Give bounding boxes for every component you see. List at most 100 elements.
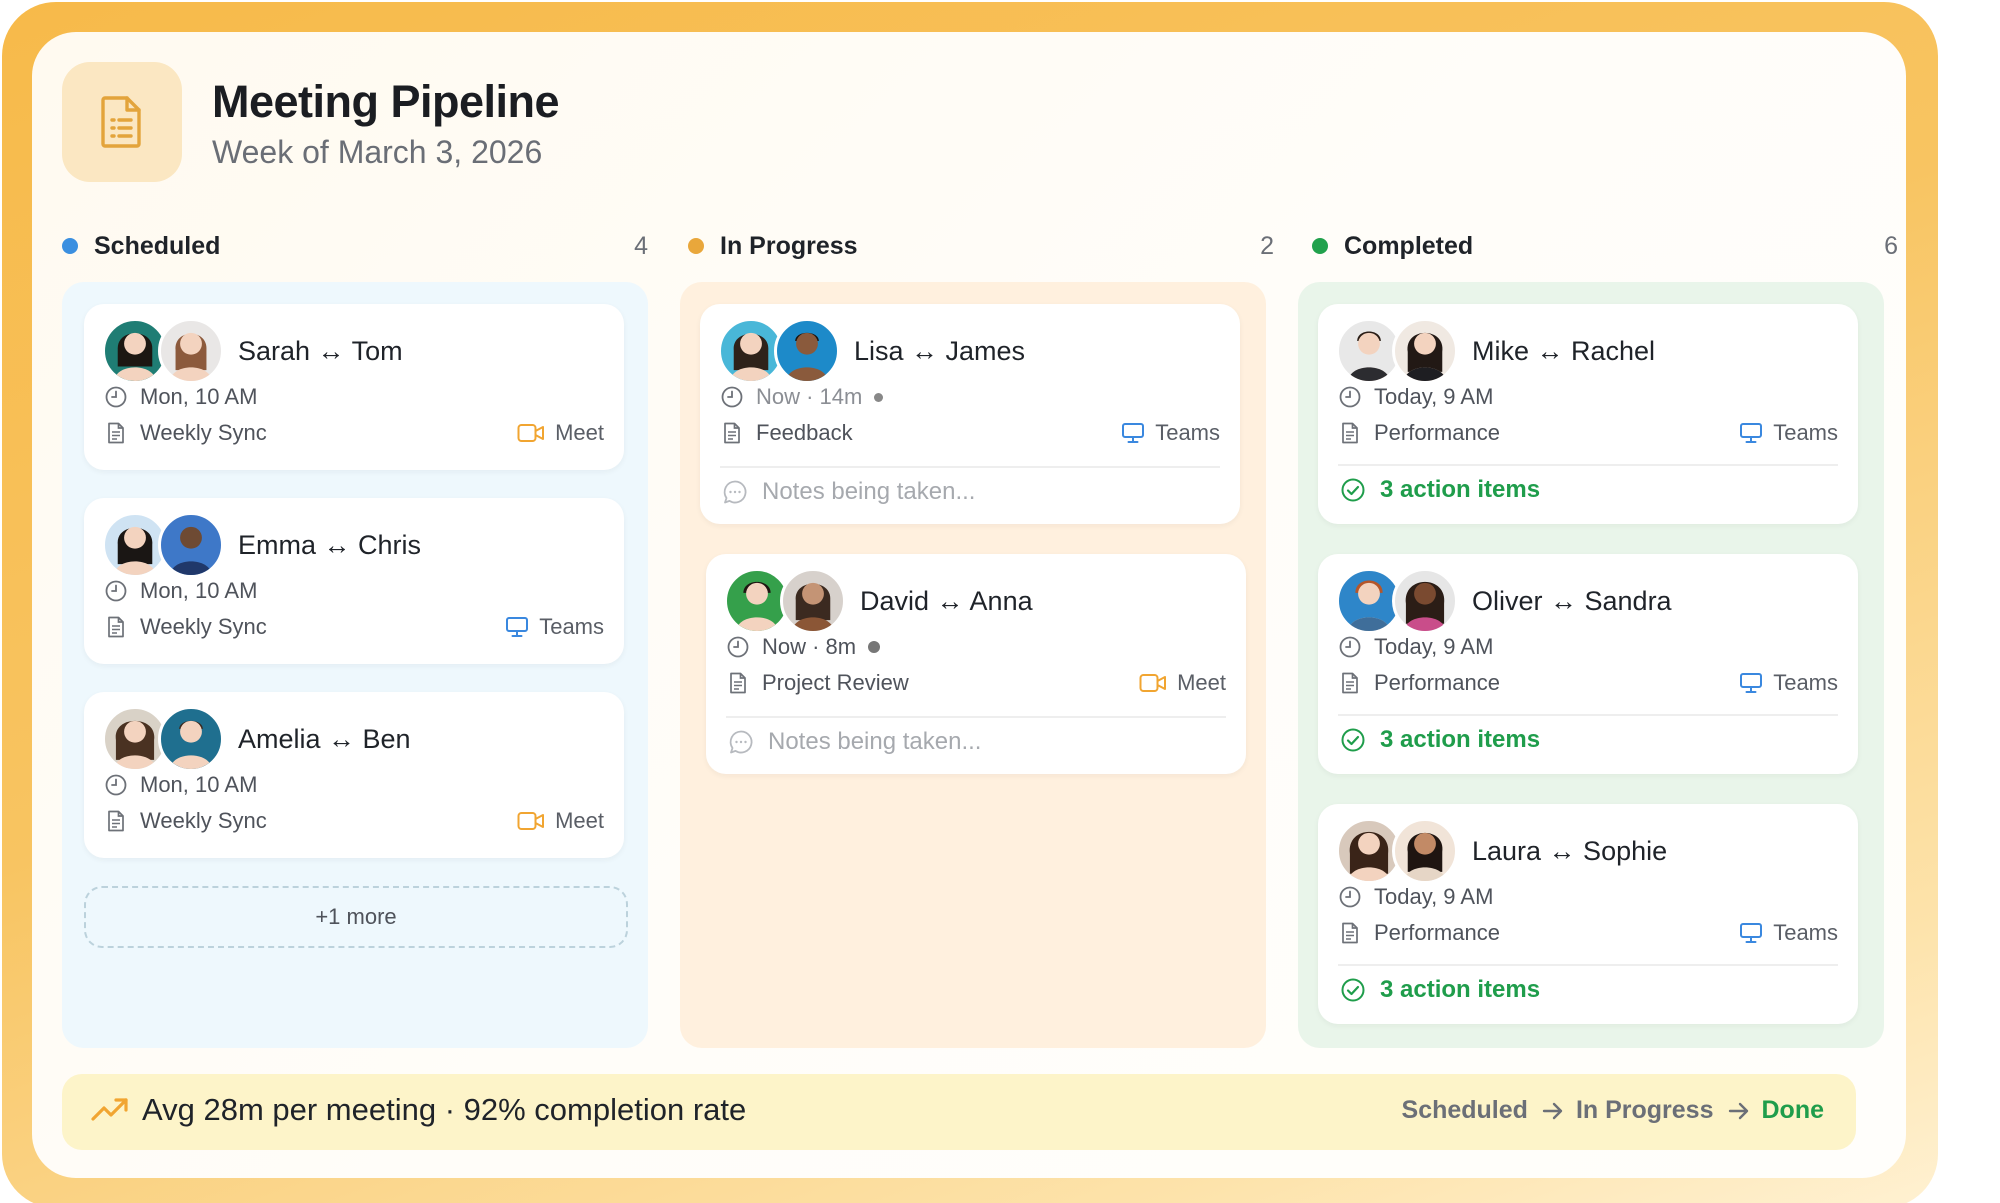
- live-indicator: [868, 641, 881, 653]
- platform-label: Meet: [555, 808, 604, 833]
- meeting-time: Today, 9 AM: [1374, 884, 1494, 909]
- show-more-button[interactable]: +1 more: [84, 886, 628, 948]
- meeting-type-row: Performance: [1338, 670, 1500, 696]
- meeting-type-row: Weekly Sync: [104, 614, 267, 640]
- meeting-title: David ↔ Anna: [860, 586, 1033, 616]
- meeting-time: Today, 9 AM: [1374, 384, 1494, 409]
- check-circle-icon: [1340, 477, 1366, 503]
- status-dot-in-progress: [688, 238, 704, 254]
- avatar-group: [1336, 568, 1458, 634]
- card-divider: [1338, 964, 1838, 966]
- platform-label: Meet: [1177, 670, 1226, 695]
- meeting-type-row: Performance: [1338, 920, 1500, 946]
- meeting-platform: Teams: [1739, 420, 1838, 446]
- meeting-platform: Meet: [1139, 670, 1226, 696]
- meeting-card[interactable]: Emma ↔ Chris Mon, 10 AM Weekly Sync Team…: [84, 498, 624, 664]
- arrow-right-icon: [1728, 1102, 1750, 1120]
- meeting-card[interactable]: Laura ↔ Sophie Today, 9 AM Performance T…: [1318, 804, 1858, 1024]
- clock-icon: [720, 385, 744, 409]
- meeting-card[interactable]: Oliver ↔ Sandra Today, 9 AM Performance …: [1318, 554, 1858, 774]
- meeting-time-row: Now · 8m: [726, 634, 881, 660]
- meeting-type: Performance: [1374, 920, 1500, 945]
- summary-stat: Avg 28m per meeting · 92% completion rat…: [142, 1092, 747, 1127]
- column-header-scheduled: Scheduled 4: [62, 226, 648, 266]
- page-subtitle: Week of March 3, 2026: [212, 134, 543, 170]
- meeting-time: Mon, 10 AM: [140, 578, 258, 603]
- action-items-link[interactable]: 3 action items: [1340, 726, 1540, 754]
- meeting-time-row: Now · 14m: [720, 384, 884, 410]
- action-items-link[interactable]: 3 action items: [1340, 476, 1540, 504]
- card-divider: [720, 466, 1220, 468]
- meeting-time-row: Mon, 10 AM: [104, 772, 257, 798]
- avatar: [1392, 318, 1458, 384]
- status-dot-completed: [1312, 238, 1328, 254]
- avatar: [774, 318, 840, 384]
- meeting-type: Performance: [1374, 670, 1500, 695]
- meeting-title: Emma ↔ Chris: [238, 530, 422, 560]
- column-count: 6: [1884, 231, 1898, 260]
- card-divider: [726, 716, 1226, 718]
- video-camera-icon: [517, 811, 545, 831]
- meeting-type-row: Feedback: [720, 420, 853, 446]
- column-count: 4: [634, 231, 648, 260]
- meeting-card[interactable]: David ↔ Anna Now · 8m Project Review Mee…: [706, 554, 1246, 774]
- action-items-label: 3 action items: [1380, 476, 1541, 503]
- platform-label: Teams: [1155, 420, 1220, 445]
- meeting-type: Performance: [1374, 420, 1500, 445]
- document-icon: [104, 421, 128, 445]
- document-icon: [104, 615, 128, 639]
- avatar-group: [1336, 818, 1458, 884]
- meeting-card[interactable]: Mike ↔ Rachel Today, 9 AM Performance Te…: [1318, 304, 1858, 524]
- column-label: Completed: [1344, 231, 1474, 260]
- meeting-title: Lisa ↔ James: [854, 336, 1026, 366]
- action-items-link[interactable]: 3 action items: [1340, 976, 1540, 1004]
- live-indicator: [874, 392, 884, 402]
- platform-label: Teams: [1773, 420, 1838, 445]
- notes-status: Notes being taken...: [722, 478, 975, 506]
- meeting-type-row: Weekly Sync: [104, 420, 267, 446]
- meeting-card[interactable]: Lisa ↔ James Now · 14m Feedback Teams No…: [700, 304, 1240, 524]
- platform-label: Meet: [555, 420, 604, 445]
- avatar-group: [1336, 318, 1458, 384]
- notes-status: Notes being taken...: [728, 728, 981, 756]
- page-title: Meeting Pipeline: [212, 76, 560, 127]
- flow-step-in-progress: In Progress: [1575, 1096, 1714, 1124]
- monitor-icon: [1739, 422, 1763, 444]
- meeting-card[interactable]: Amelia ↔ Ben Mon, 10 AM Weekly Sync Meet: [84, 692, 624, 858]
- meeting-type-row: Weekly Sync: [104, 808, 267, 834]
- avatar-group: [102, 512, 224, 578]
- notes-label: Notes being taken...: [768, 728, 982, 755]
- meeting-platform: Teams: [1121, 420, 1220, 446]
- meeting-type-row: Performance: [1338, 420, 1500, 446]
- meeting-time: Mon, 10 AM: [140, 384, 258, 409]
- document-icon: [1338, 421, 1362, 445]
- column-label: Scheduled: [94, 231, 221, 260]
- meeting-card[interactable]: Sarah ↔ Tom Mon, 10 AM Weekly Sync Meet: [84, 304, 624, 470]
- document-icon: [726, 671, 750, 695]
- meeting-title: Mike ↔ Rachel: [1472, 336, 1656, 366]
- platform-label: Teams: [1773, 670, 1838, 695]
- meeting-time-row: Mon, 10 AM: [104, 578, 257, 604]
- clock-icon: [1338, 635, 1362, 659]
- flow-step-done: Done: [1761, 1096, 1825, 1124]
- platform-label: Teams: [539, 614, 604, 639]
- check-circle-icon: [1340, 977, 1366, 1003]
- column-label: In Progress: [720, 231, 858, 260]
- document-icon: [1338, 671, 1362, 695]
- video-camera-icon: [517, 423, 545, 443]
- meeting-time: Mon, 10 AM: [140, 772, 258, 797]
- meeting-title: Laura ↔ Sophie: [1472, 836, 1668, 866]
- meeting-type: Weekly Sync: [140, 614, 267, 639]
- clock-icon: [104, 579, 128, 603]
- document-icon: [720, 421, 744, 445]
- clock-icon: [1338, 885, 1362, 909]
- meeting-platform: Meet: [517, 420, 604, 446]
- avatar: [158, 706, 224, 772]
- meeting-time: Now · 14m: [756, 384, 863, 409]
- document-icon: [1338, 921, 1362, 945]
- arrow-right-icon: [1542, 1102, 1564, 1120]
- meeting-platform: Teams: [1739, 670, 1838, 696]
- meeting-platform: Meet: [517, 808, 604, 834]
- avatar-group: [102, 318, 224, 384]
- document-list-icon: [101, 96, 141, 148]
